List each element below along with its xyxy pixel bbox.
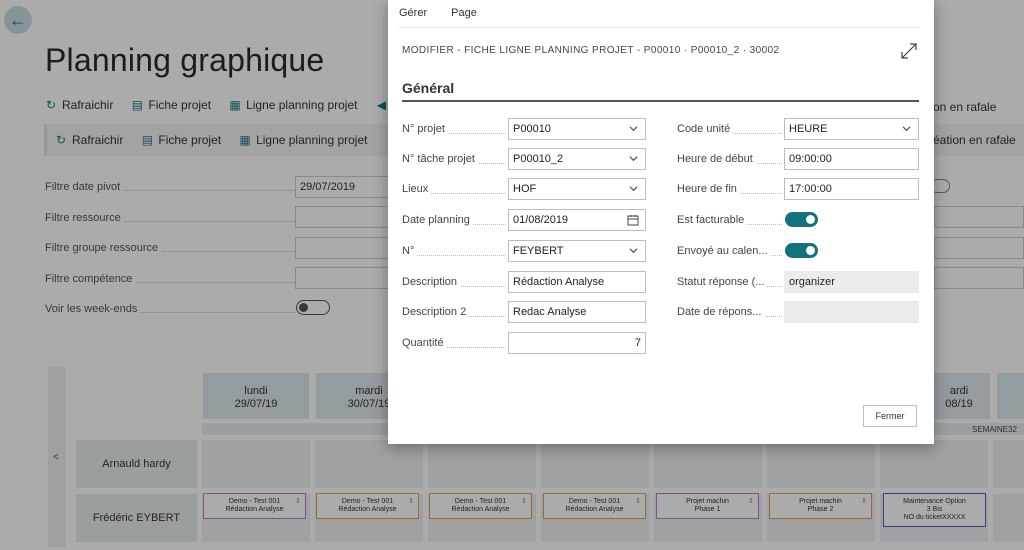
start-time-input[interactable]: 09:00:00 (784, 148, 919, 170)
field-project-no: N° projet P00010 (402, 118, 646, 140)
project-task-no-select[interactable]: P00010_2 (508, 148, 646, 170)
unit-code-select[interactable]: HEURE (784, 118, 919, 140)
chevron-down-icon (902, 126, 911, 132)
planning-date-input[interactable]: 01/08/2019 (508, 209, 646, 231)
description-2-input[interactable]: Redac Analyse (508, 301, 646, 323)
resource-no-select[interactable]: FEYBERT (508, 240, 646, 262)
dialog-heading: MODIFIER - FICHE LIGNE PLANNING PROJET -… (402, 45, 780, 56)
section-divider (402, 100, 919, 102)
field-quantity: Quantité 7 (402, 332, 646, 354)
end-time-input[interactable]: 17:00:00 (784, 178, 919, 200)
close-button[interactable]: Fermer (863, 405, 917, 427)
field-response-status: Statut réponse (... organizer (677, 271, 919, 293)
field-description-2: Description 2 Redac Analyse (402, 301, 646, 323)
project-no-select[interactable]: P00010 (508, 118, 646, 140)
field-end-time: Heure de fin 17:00:00 (677, 178, 919, 200)
calendar-icon[interactable] (627, 214, 639, 226)
chevron-down-icon (629, 248, 638, 254)
description-input[interactable]: Rédaction Analyse (508, 271, 646, 293)
section-title: Général (402, 80, 455, 96)
menu-manage[interactable]: Gérer (399, 7, 427, 19)
field-sent-to-calendar: Envoyé au calen... (677, 240, 919, 262)
location-select[interactable]: HOF (508, 178, 646, 200)
menu-page[interactable]: Page (451, 7, 477, 19)
field-billable: Est facturable (677, 209, 919, 231)
response-date-value (784, 301, 919, 323)
field-location: Lieux HOF (402, 178, 646, 200)
planning-line-dialog: Gérer Page MODIFIER - FICHE LIGNE PLANNI… (388, 0, 934, 444)
sent-to-calendar-toggle[interactable] (785, 243, 818, 258)
field-start-time: Heure de début 09:00:00 (677, 148, 919, 170)
field-planning-date: Date planning 01/08/2019 (402, 209, 646, 231)
chevron-down-icon (629, 126, 638, 132)
field-project-task-no: N° tâche projet P00010_2 (402, 148, 646, 170)
field-description: Description Rédaction Analyse (402, 271, 646, 293)
response-status-value: organizer (784, 271, 919, 293)
expand-icon[interactable] (900, 42, 918, 60)
field-unit-code: Code unité HEURE (677, 118, 919, 140)
quantity-input[interactable]: 7 (508, 332, 646, 354)
field-response-date: Date de répons... (677, 301, 919, 323)
chevron-down-icon (629, 186, 638, 192)
dialog-menu: Gérer Page (399, 7, 501, 19)
billable-toggle[interactable] (785, 212, 818, 227)
chevron-down-icon (629, 156, 638, 162)
field-resource-no: N° FEYBERT (402, 240, 646, 262)
menu-divider (399, 27, 920, 28)
